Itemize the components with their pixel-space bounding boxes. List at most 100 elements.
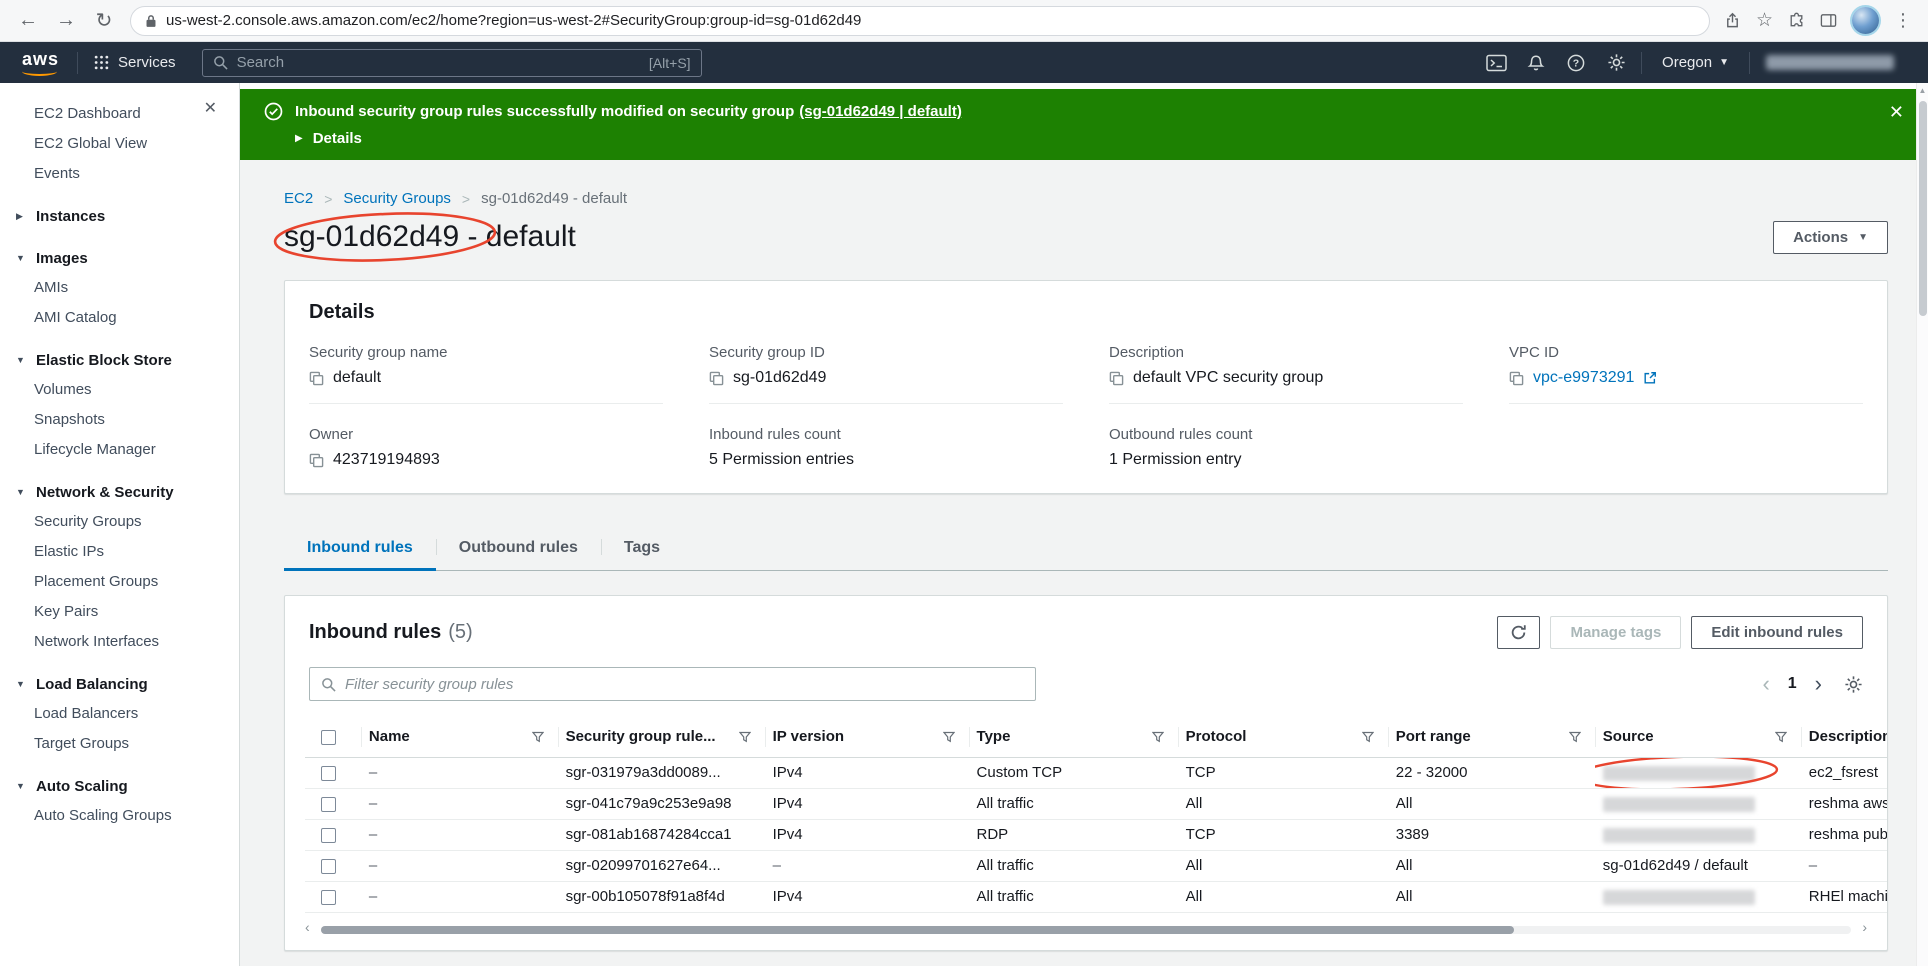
scroll-right-icon[interactable]: ›: [1862, 920, 1867, 934]
sidebar-item-lifecycle-manager[interactable]: Lifecycle Manager: [0, 435, 239, 465]
browser-menu-icon[interactable]: ⋮: [1894, 10, 1912, 31]
extensions-icon[interactable]: [1788, 12, 1805, 29]
sidebar-item-key-pairs[interactable]: Key Pairs: [0, 597, 239, 627]
field-label: Owner: [309, 426, 354, 443]
pagination-prev-icon[interactable]: ‹: [1762, 671, 1769, 697]
filter-funnel-icon[interactable]: [1361, 731, 1374, 743]
region-selector[interactable]: Oregon ▼: [1648, 54, 1743, 71]
row-checkbox[interactable]: [321, 796, 336, 812]
tab-outbound-rules[interactable]: Outbound rules: [435, 528, 601, 571]
row-checkbox[interactable]: [321, 858, 336, 874]
browser-profile-avatar[interactable]: [1852, 7, 1879, 34]
detail-field-outbound-rules-count: Outbound rules count 1 Permission entry: [1109, 426, 1463, 469]
filter-funnel-icon[interactable]: [738, 731, 751, 743]
help-icon[interactable]: ?: [1557, 42, 1595, 83]
horizontal-scrollbar[interactable]: ‹ ›: [305, 920, 1867, 936]
column-header-description[interactable]: Description: [1800, 717, 1887, 758]
banner-close-icon[interactable]: ✕: [1889, 102, 1904, 123]
banner-details-toggle[interactable]: ▶ Details: [295, 130, 1902, 147]
select-all-checkbox[interactable]: [321, 729, 336, 745]
copy-icon[interactable]: [309, 371, 324, 386]
filter-funnel-icon[interactable]: [942, 731, 955, 743]
banner-sg-link[interactable]: (sg-01d62d49 | default): [799, 103, 962, 120]
bookmark-star-icon[interactable]: ☆: [1756, 9, 1773, 32]
sidebar-item-target-groups[interactable]: Target Groups: [0, 729, 239, 759]
side-panel-icon[interactable]: [1820, 12, 1837, 29]
sidebar-section-network-security[interactable]: ▼ Network & Security: [0, 477, 239, 507]
filter-funnel-icon[interactable]: [1151, 731, 1164, 743]
refresh-button[interactable]: [1497, 616, 1541, 649]
column-header-port-range[interactable]: Port range: [1387, 717, 1595, 758]
sidebar-section-elastic-block-store[interactable]: ▼ Elastic Block Store: [0, 345, 239, 375]
copy-icon[interactable]: [1109, 371, 1124, 386]
filter-funnel-icon[interactable]: [1568, 731, 1581, 743]
tabs: Inbound rules Outbound rules Tags: [284, 528, 1888, 571]
row-checkbox[interactable]: [321, 889, 336, 905]
pagination-next-icon[interactable]: ›: [1815, 671, 1822, 697]
page-scrollbar[interactable]: ▲: [1916, 83, 1928, 966]
sidebar-item-volumes[interactable]: Volumes: [0, 375, 239, 405]
breadcrumb-link-ec2[interactable]: EC2: [284, 190, 313, 207]
pagination-current-page[interactable]: 1: [1788, 675, 1797, 693]
account-menu-redacted[interactable]: [1766, 55, 1894, 70]
sidebar-item-snapshots[interactable]: Snapshots: [0, 405, 239, 435]
tab-tags[interactable]: Tags: [600, 528, 683, 571]
scroll-up-icon[interactable]: ▲: [1917, 86, 1928, 95]
manage-tags-button[interactable]: Manage tags: [1550, 616, 1682, 649]
cell-source: [1594, 757, 1801, 789]
sidebar-section-auto-scaling[interactable]: ▼ Auto Scaling: [0, 771, 239, 801]
settings-gear-icon[interactable]: [1597, 42, 1635, 83]
sidebar-close-icon[interactable]: ✕: [204, 98, 217, 118]
filter-funnel-icon[interactable]: [1774, 731, 1787, 743]
vscroll-thumb[interactable]: [1919, 101, 1927, 316]
sidebar-item-amis[interactable]: AMIs: [0, 273, 239, 303]
copy-icon[interactable]: [309, 453, 324, 468]
share-icon[interactable]: [1724, 12, 1741, 29]
sidebar-item-network-interfaces[interactable]: Network Interfaces: [0, 627, 239, 657]
column-header-ip-version[interactable]: IP version: [764, 717, 969, 758]
sidebar-item-elastic-ips[interactable]: Elastic IPs: [0, 537, 239, 567]
field-value[interactable]: vpc-e9973291: [1533, 369, 1634, 387]
row-checkbox[interactable]: [321, 827, 336, 843]
caret-down-icon: ▼: [16, 253, 25, 263]
column-header-security-group-rule[interactable]: Security group rule...: [557, 717, 765, 758]
breadcrumb-link-security-groups[interactable]: Security Groups: [343, 190, 451, 207]
nav-search[interactable]: [Alt+S]: [201, 48, 702, 77]
row-checkbox[interactable]: [321, 765, 336, 781]
sidebar-item-auto-scaling-groups[interactable]: Auto Scaling Groups: [0, 801, 239, 831]
column-header-name[interactable]: Name: [360, 717, 558, 758]
copy-icon[interactable]: [1509, 371, 1524, 386]
edit-inbound-rules-button[interactable]: Edit inbound rules: [1691, 616, 1863, 649]
browser-forward-button[interactable]: →: [54, 9, 78, 32]
sidebar-item-ami-catalog[interactable]: AMI Catalog: [0, 303, 239, 333]
filter-funnel-icon[interactable]: [531, 731, 544, 743]
sidebar-section-load-balancing[interactable]: ▼ Load Balancing: [0, 669, 239, 699]
nav-search-input[interactable]: [236, 54, 640, 71]
filter-rules-input[interactable]: [345, 675, 1024, 693]
scroll-left-icon[interactable]: ‹: [305, 920, 310, 934]
hscroll-thumb[interactable]: [321, 925, 1515, 934]
sidebar-section-instances[interactable]: ▶ Instances: [0, 201, 239, 231]
column-header-type[interactable]: Type: [968, 717, 1178, 758]
sidebar-item-security-groups[interactable]: Security Groups: [0, 507, 239, 537]
sidebar-item-ec2-global-view[interactable]: EC2 Global View: [0, 129, 239, 159]
hscroll-track[interactable]: [321, 925, 1851, 934]
cell-name: –: [360, 819, 558, 851]
copy-icon[interactable]: [709, 371, 724, 386]
notifications-bell-icon[interactable]: [1517, 42, 1555, 83]
aws-logo[interactable]: aws: [14, 47, 73, 78]
services-menu[interactable]: Services: [82, 42, 188, 83]
sidebar-item-placement-groups[interactable]: Placement Groups: [0, 567, 239, 597]
sidebar-item-events[interactable]: Events: [0, 159, 239, 189]
cloudshell-terminal-icon[interactable]: [1477, 42, 1515, 83]
browser-refresh-button[interactable]: ↻: [92, 8, 116, 33]
column-header-protocol[interactable]: Protocol: [1177, 717, 1388, 758]
sidebar-item-load-balancers[interactable]: Load Balancers: [0, 699, 239, 729]
browser-back-button[interactable]: ←: [16, 9, 40, 32]
actions-button[interactable]: Actions ▼: [1773, 220, 1888, 254]
browser-url-bar[interactable]: us-west-2.console.aws.amazon.com/ec2/hom…: [130, 5, 1710, 36]
tab-inbound-rules[interactable]: Inbound rules: [284, 528, 436, 571]
table-preferences-gear-icon[interactable]: [1844, 675, 1863, 694]
column-header-source[interactable]: Source: [1594, 717, 1801, 758]
sidebar-section-images[interactable]: ▼ Images: [0, 243, 239, 273]
